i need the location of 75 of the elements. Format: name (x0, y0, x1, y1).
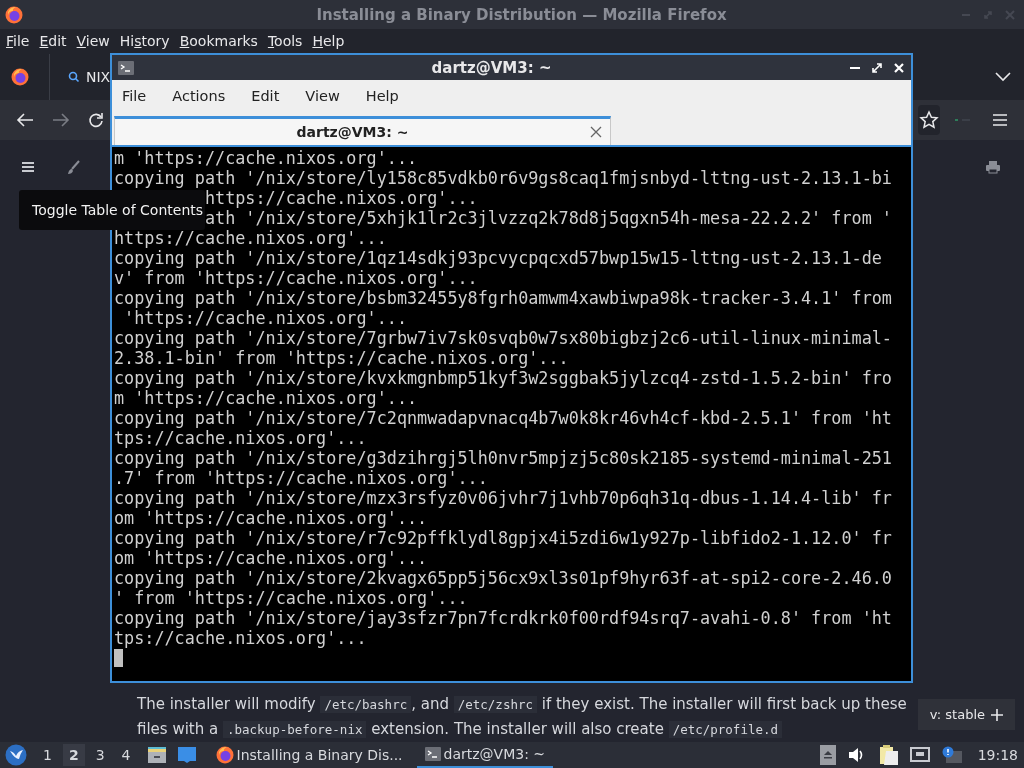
terminal-line: ath '/nix/store/5xhjk1lr2c3jlvzzq2k78d8j5qgxn54h-mesa-22.2.2' from ' (204, 208, 893, 228)
terminal-icon (118, 60, 134, 75)
terminal-line: m 'https://cache.nixos.org'... (114, 148, 419, 168)
taskbar-task[interactable]: Installing a Binary Dis... (207, 742, 411, 768)
plus-icon (991, 708, 1003, 721)
terminal-line: copying path '/nix/store/kvxkmgnbmp51kyf3w2sggbak5jylzcq4-zstd-1.5.2-bin' fro (114, 368, 893, 388)
terminal-icon (424, 747, 441, 761)
brush-icon[interactable] (65, 159, 81, 175)
workspace-button[interactable]: 1 (37, 744, 58, 766)
tooltip: Toggle Table of Contents (19, 190, 205, 230)
back-icon[interactable] (16, 112, 34, 128)
terminal-cursor (114, 649, 123, 667)
menu-item[interactable]: View (305, 88, 340, 104)
clipboard-icon[interactable] (877, 745, 898, 765)
terminal-line: 2.38.1-bin' from 'https://cache.nixos.org'... (114, 348, 570, 368)
menu-item[interactable]: File (122, 88, 147, 104)
star-icon[interactable] (919, 110, 939, 130)
terminal-line: om 'https://cache.nixos.org'... (114, 548, 429, 568)
firefox-logo-icon[interactable] (11, 67, 29, 86)
eject-icon[interactable] (819, 745, 836, 765)
menu-item[interactable]: Edit (39, 33, 67, 49)
terminal-line: copying path '/nix/store/r7c92pffklydl8gpjx4i5zdi6w1y927p-libfido2-1.12.0' fr (114, 528, 893, 548)
terminal-line: copying path '/nix/store/g3dzihrgj5lh0nvr5mpjzj5c80sk2185-systemd-minimal-251 (114, 448, 893, 468)
workspace-button[interactable]: 3 (89, 744, 111, 766)
file-manager-icon[interactable] (146, 746, 167, 764)
workspace-button[interactable]: 2 (62, 744, 85, 766)
terminal-line: copying path '/nix/store/7c2qnmwadapvnacq4b7w0k8kr46vh4cf-kbd-2.5.1' from 'ht (114, 408, 893, 428)
close-icon (1004, 8, 1016, 21)
terminal-line: ' from 'https://cache.nixos.org'... (114, 588, 469, 608)
forward-icon[interactable] (52, 112, 70, 128)
terminal-line: om 'https://cache.nixos.org'... (114, 508, 429, 528)
terminal-line: copying path '/nix/store/7grbw7iv7sk0svqb0w7sx80bigbzj2c6-util-linux-minimal- (114, 328, 893, 348)
workspace-button[interactable]: 4 (115, 744, 137, 766)
menu-item[interactable]: File (6, 33, 30, 49)
terminal-line: https://cache.nixos.org'... (204, 188, 479, 208)
window-title: Installing a Binary Distribution — Mozilla Firefox (315, 5, 728, 24)
menu-icon[interactable] (992, 113, 1008, 127)
menu-item[interactable]: Tools (267, 33, 303, 49)
terminal-line: copying path '/nix/store/bsbm32455y8fgrh0amwm4xawbiwpa98k-tracker-3.4.1' from (114, 288, 893, 308)
clock: 19:18 (977, 747, 1018, 763)
terminal-line: copying path '/nix/store/jay3sfzr7pn7fcrdkrk0f00rdf94srq7-avahi-0.8' from 'ht (114, 608, 893, 628)
menu-icon[interactable] (21, 161, 35, 173)
menu-item[interactable]: View (76, 33, 110, 49)
taskbar-task[interactable]: dartz@VM3: ~ (416, 742, 554, 768)
terminal-line: m 'https://cache.nixos.org'... (114, 388, 419, 408)
menu-item[interactable]: Help (365, 88, 399, 104)
terminal-line: tps://cache.nixos.org'... (114, 428, 368, 448)
reload-icon[interactable] (88, 112, 104, 128)
print-icon[interactable] (985, 160, 1001, 174)
search-icon (68, 70, 80, 83)
menu-item[interactable]: Edit (251, 88, 280, 104)
chevron-down-icon[interactable] (994, 70, 1012, 83)
terminal-line: 'https://cache.nixos.org'... (123, 308, 408, 328)
version-badge[interactable]: v: stable (917, 699, 1015, 730)
terminal-tab[interactable]: dartz@VM3: ~ (114, 116, 611, 145)
window-title: dartz@VM3: ~ (430, 58, 553, 77)
terminal-line: https://cache.nixos.org'... (114, 228, 388, 248)
maximize-icon[interactable] (871, 61, 883, 74)
terminal-line: copying path '/nix/store/mzx3rsfyz0v06jvhr7j1vhb70p6qh31q-dbus-1.14.4-lib' fr (114, 488, 893, 508)
terminal-line: v' from 'https://cache.nixos.org'... (114, 268, 479, 288)
maximize-icon (982, 8, 994, 21)
start-menu-icon[interactable] (5, 744, 27, 766)
paragraph: The installer will modify /etc/bashrc , and /etc/zshrc if they exist. The installer will first back up these files with a .backup-before-nix extension. The installer will also create /etc/profile.d (137, 694, 907, 740)
firefox-logo-icon (5, 5, 23, 24)
terminal-line: copying path '/nix/store/2kvagx65pp5j56cx9xl3s01pf9hyr63f-at-spi2-core-2.46.0 (114, 568, 893, 588)
terminal-line: tps://cache.nixos.org'... (114, 628, 368, 648)
menu-item[interactable]: Help (312, 33, 345, 49)
notification-icon[interactable] (941, 746, 962, 764)
menu-item[interactable]: Actions (172, 88, 226, 104)
firefox-logo-icon (215, 746, 234, 764)
menu-item[interactable]: Bookmarks (179, 33, 258, 49)
terminal-line: copying path '/nix/store/1qz14sdkj93pcvycpqcxd57bwp15w15-lttng-ust-2.13.1-de (114, 248, 883, 268)
terminal-line: .7' from 'https://cache.nixos.org'... (114, 468, 489, 488)
terminal-line: copying path '/nix/store/ly158c85vdkb0r6v9gs8caq1fmjsnbyd-lttng-ust-2.13.1-bi (114, 168, 893, 188)
menu-item[interactable]: History (119, 33, 170, 49)
